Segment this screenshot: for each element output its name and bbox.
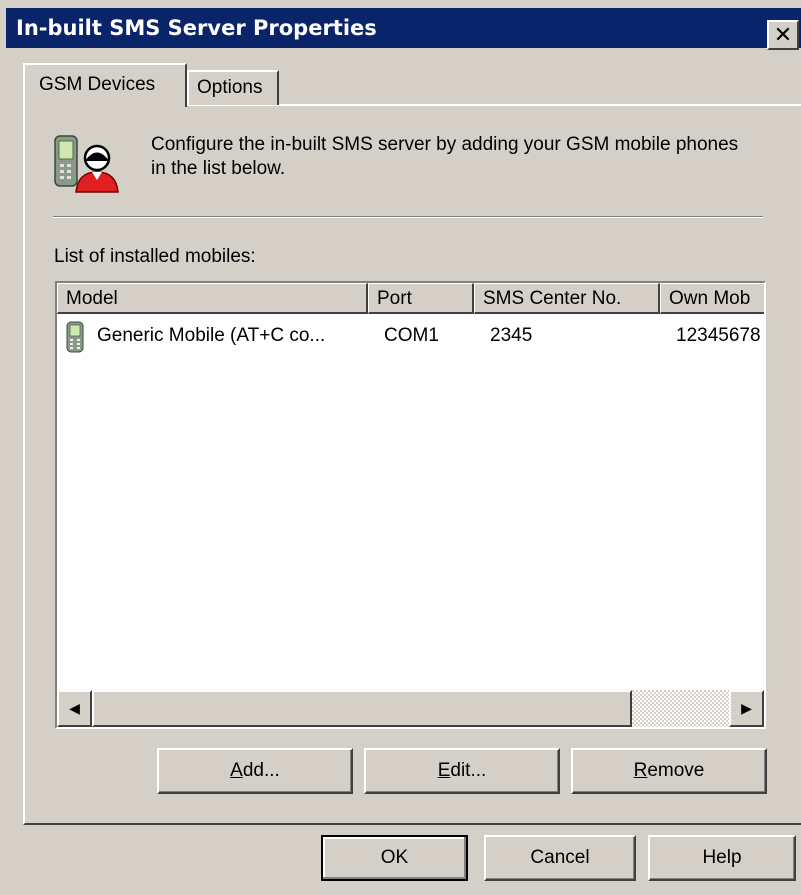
scroll-thumb[interactable] [92, 690, 632, 727]
remove-button[interactable]: Remove [571, 748, 767, 794]
add-button-label: dd... [242, 760, 280, 781]
column-header-model[interactable]: Model [57, 283, 368, 314]
ok-button[interactable]: OK [321, 835, 468, 881]
column-header-port-label: Port [377, 288, 412, 309]
cancel-button[interactable]: Cancel [484, 835, 636, 881]
help-button[interactable]: Help [648, 835, 796, 881]
edit-button-label: dit... [450, 760, 487, 781]
column-header-own-mobile[interactable]: Own Mob [660, 283, 764, 314]
mobiles-list[interactable]: Model Port SMS Center No. Own Mob Generi… [55, 281, 766, 729]
close-icon: ✕ [773, 22, 793, 47]
column-header-own-mobile-label: Own Mob [669, 288, 751, 309]
dialog-window: In-built SMS Server Properties ✕ GSM Dev… [0, 0, 801, 895]
tab-options[interactable]: Options [187, 70, 279, 105]
column-header-sms-center-label: SMS Center No. [483, 288, 622, 309]
help-button-label: Help [702, 847, 742, 868]
mobile-user-icon [52, 134, 122, 194]
intro-text: Configure the in-built SMS server by add… [151, 134, 739, 179]
scroll-left-button[interactable]: ◀ [57, 690, 92, 727]
table-row[interactable]: Generic Mobile (AT+C co... COM1 2345 123… [57, 317, 764, 357]
remove-button-accel: R [633, 760, 648, 781]
list-label: List of installed mobiles: [54, 246, 256, 267]
row-model: Generic Mobile (AT+C co... [97, 325, 326, 346]
arrow-right-icon: ▶ [741, 700, 752, 716]
title-bar[interactable]: In-built SMS Server Properties ✕ [6, 8, 801, 50]
add-button-accel: A [230, 760, 243, 781]
close-button[interactable]: ✕ [767, 20, 799, 50]
column-header-port[interactable]: Port [368, 283, 474, 314]
ok-button-label: OK [380, 847, 409, 868]
cancel-button-label: Cancel [530, 847, 590, 868]
separator [53, 216, 763, 218]
remove-button-label: emove [647, 760, 705, 781]
scroll-right-button[interactable]: ▶ [729, 690, 764, 727]
edit-button-accel: E [437, 760, 451, 781]
horizontal-scrollbar[interactable]: ◀ ▶ [57, 690, 764, 727]
row-own-mobile: 12345678 [676, 325, 761, 346]
tab-gsm-devices-label: GSM Devices [39, 74, 156, 95]
column-header-sms-center[interactable]: SMS Center No. [474, 283, 660, 314]
scroll-track[interactable] [632, 690, 729, 727]
tab-options-label: Options [197, 77, 263, 98]
mobile-phone-icon [65, 321, 85, 353]
add-button[interactable]: Add... [157, 748, 353, 794]
window-title: In-built SMS Server Properties [16, 16, 377, 40]
arrow-left-icon: ◀ [69, 700, 80, 716]
tab-gsm-devices[interactable]: GSM Devices [23, 63, 187, 107]
row-port: COM1 [384, 325, 439, 346]
edit-button[interactable]: Edit... [364, 748, 560, 794]
column-header-model-label: Model [66, 288, 118, 309]
row-sms-center: 2345 [490, 325, 533, 346]
